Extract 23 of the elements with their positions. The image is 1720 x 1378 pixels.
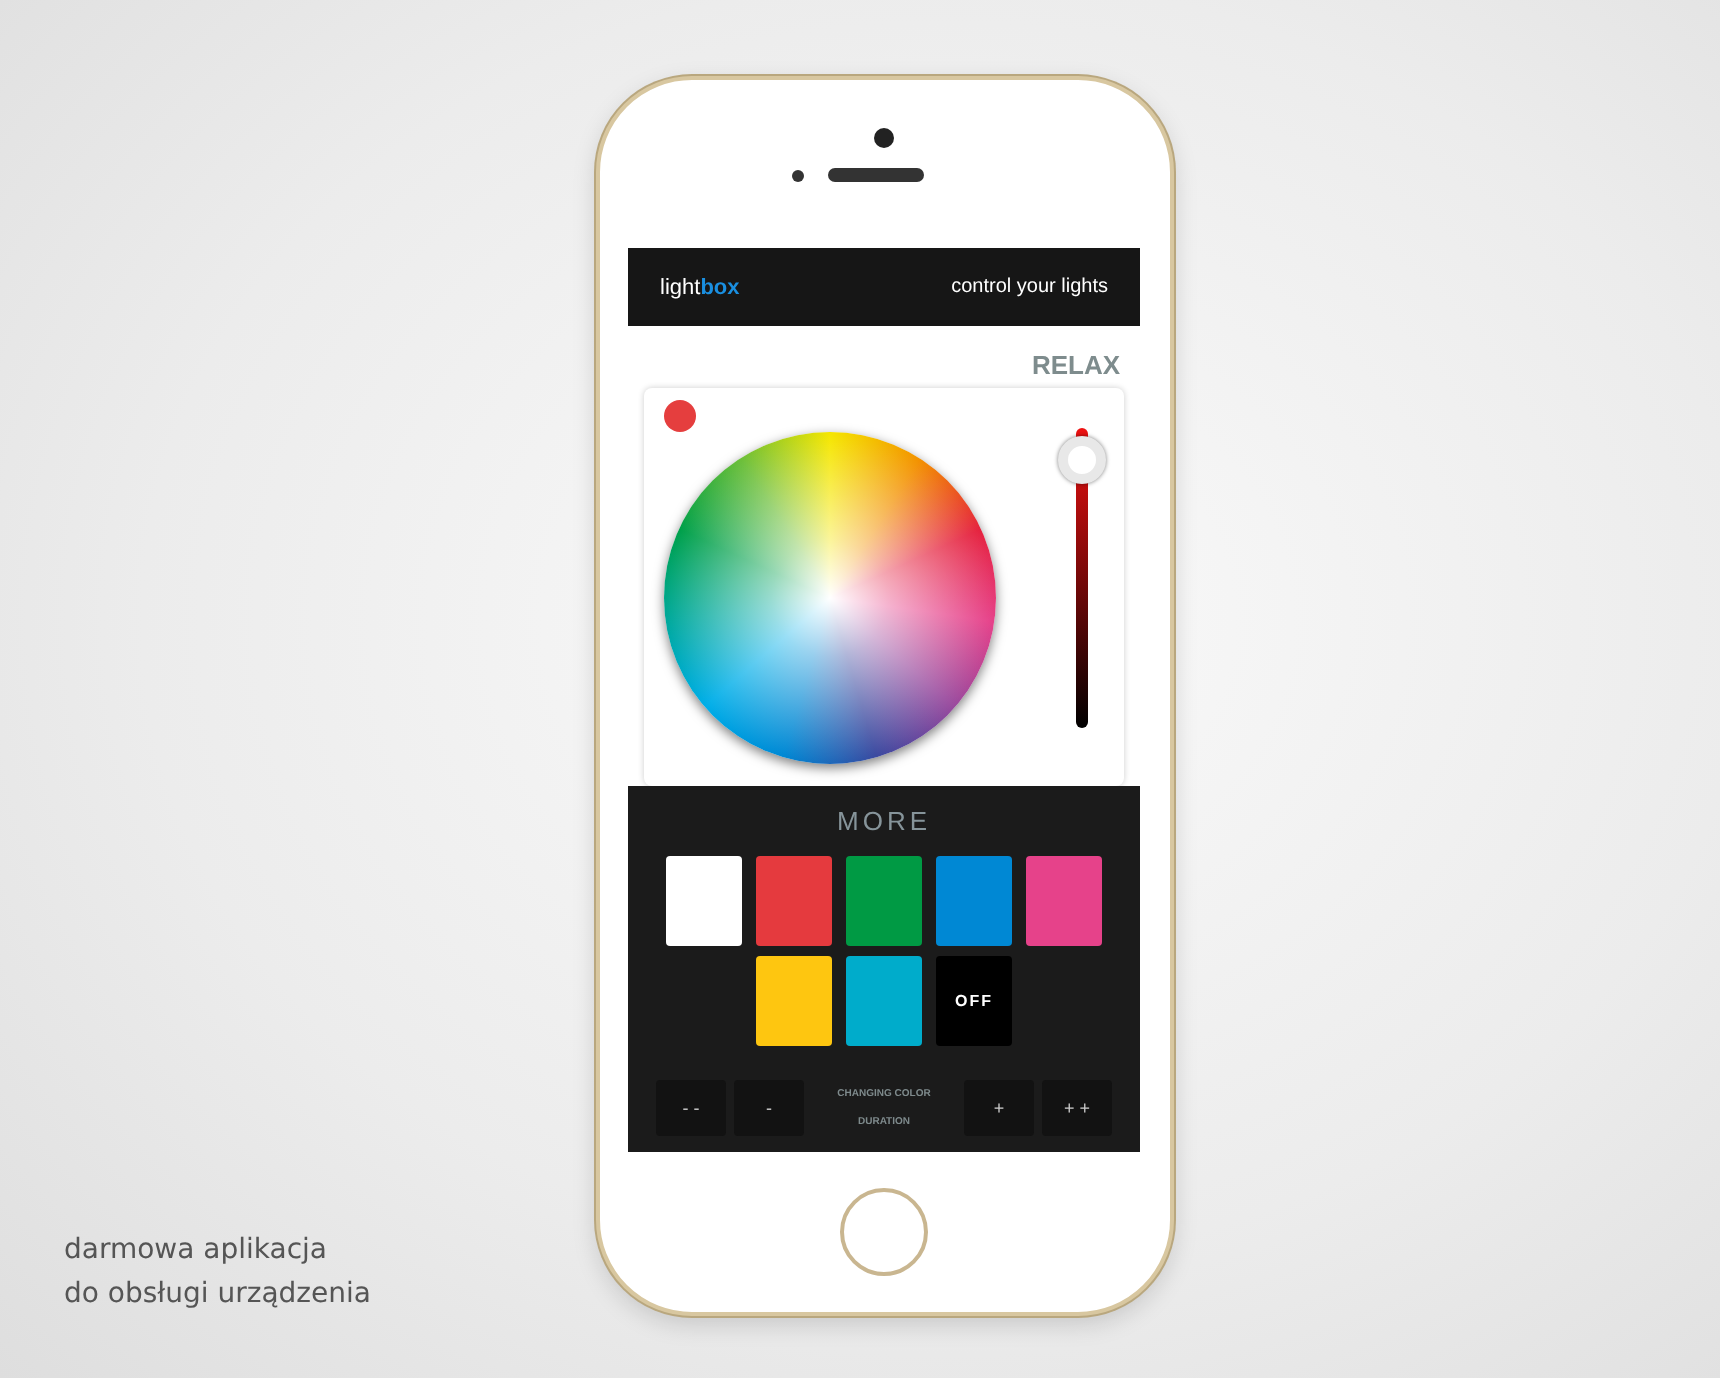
camera-icon [874,128,894,148]
color-swatch[interactable] [756,956,832,1046]
color-swatch[interactable] [666,856,742,946]
decrease-button[interactable]: - - [656,1080,726,1136]
color-swatch[interactable] [846,956,922,1046]
color-swatch[interactable] [1026,856,1102,946]
more-label[interactable]: MORE [837,806,931,836]
increase-button[interactable]: + [964,1080,1034,1136]
sensor-icon [792,169,804,181]
color-swatch[interactable] [756,856,832,946]
tagline: control your lights [951,276,1108,298]
increase-button[interactable]: + + [1042,1080,1112,1136]
app-logo: lightbox [660,275,740,299]
decrease-button[interactable]: - [734,1080,804,1136]
caption-text: do obsługi urządzenia [64,1276,371,1314]
caption-text: darmowa aplikacja [64,1232,330,1270]
color-swatch[interactable] [846,856,922,946]
slider-thumb[interactable] [1058,436,1106,485]
color-swatch[interactable] [936,856,1012,946]
home-button[interactable] [840,1188,928,1276]
off-button[interactable]: OFF [936,956,1012,1046]
mode-title: RELAX [1031,350,1120,380]
speaker-icon [828,168,924,182]
